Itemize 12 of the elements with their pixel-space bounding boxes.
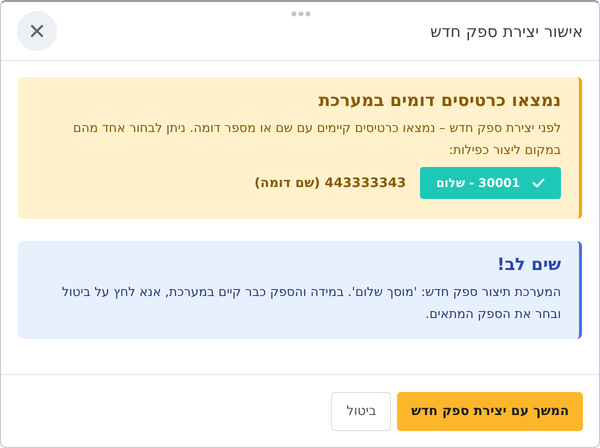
notice-text: המערכת תיצור ספק חדש: 'מוסך שלום'. במידה והספק כבר קיים במערכת, אנא לחץ על ביטול ובחר את הספק המתאים.	[60, 283, 561, 323]
match-detail: 443333343 (שם דומה)	[254, 176, 406, 190]
dialog-title: אישור יצירת ספק חדש	[430, 22, 583, 40]
check-icon	[532, 178, 545, 188]
close-icon	[30, 24, 44, 38]
warning-title: נמצאו כרטיסים דומים במערכת	[318, 91, 561, 111]
cancel-button[interactable]: ביטול	[331, 392, 392, 430]
warning-text: לפני יצירת ספק חדש – נמצאו כרטיסים קיימים עם שם או מספר דומה. ניתן לבחור אחד מהם במקום ליצור כפילות:	[72, 119, 561, 159]
drag-handle-icon[interactable]	[291, 11, 311, 17]
continue-button[interactable]: המשך עם יצירת ספק חדש	[397, 392, 583, 430]
notice-title: שים לב!	[496, 255, 561, 275]
close-button[interactable]	[17, 11, 57, 51]
